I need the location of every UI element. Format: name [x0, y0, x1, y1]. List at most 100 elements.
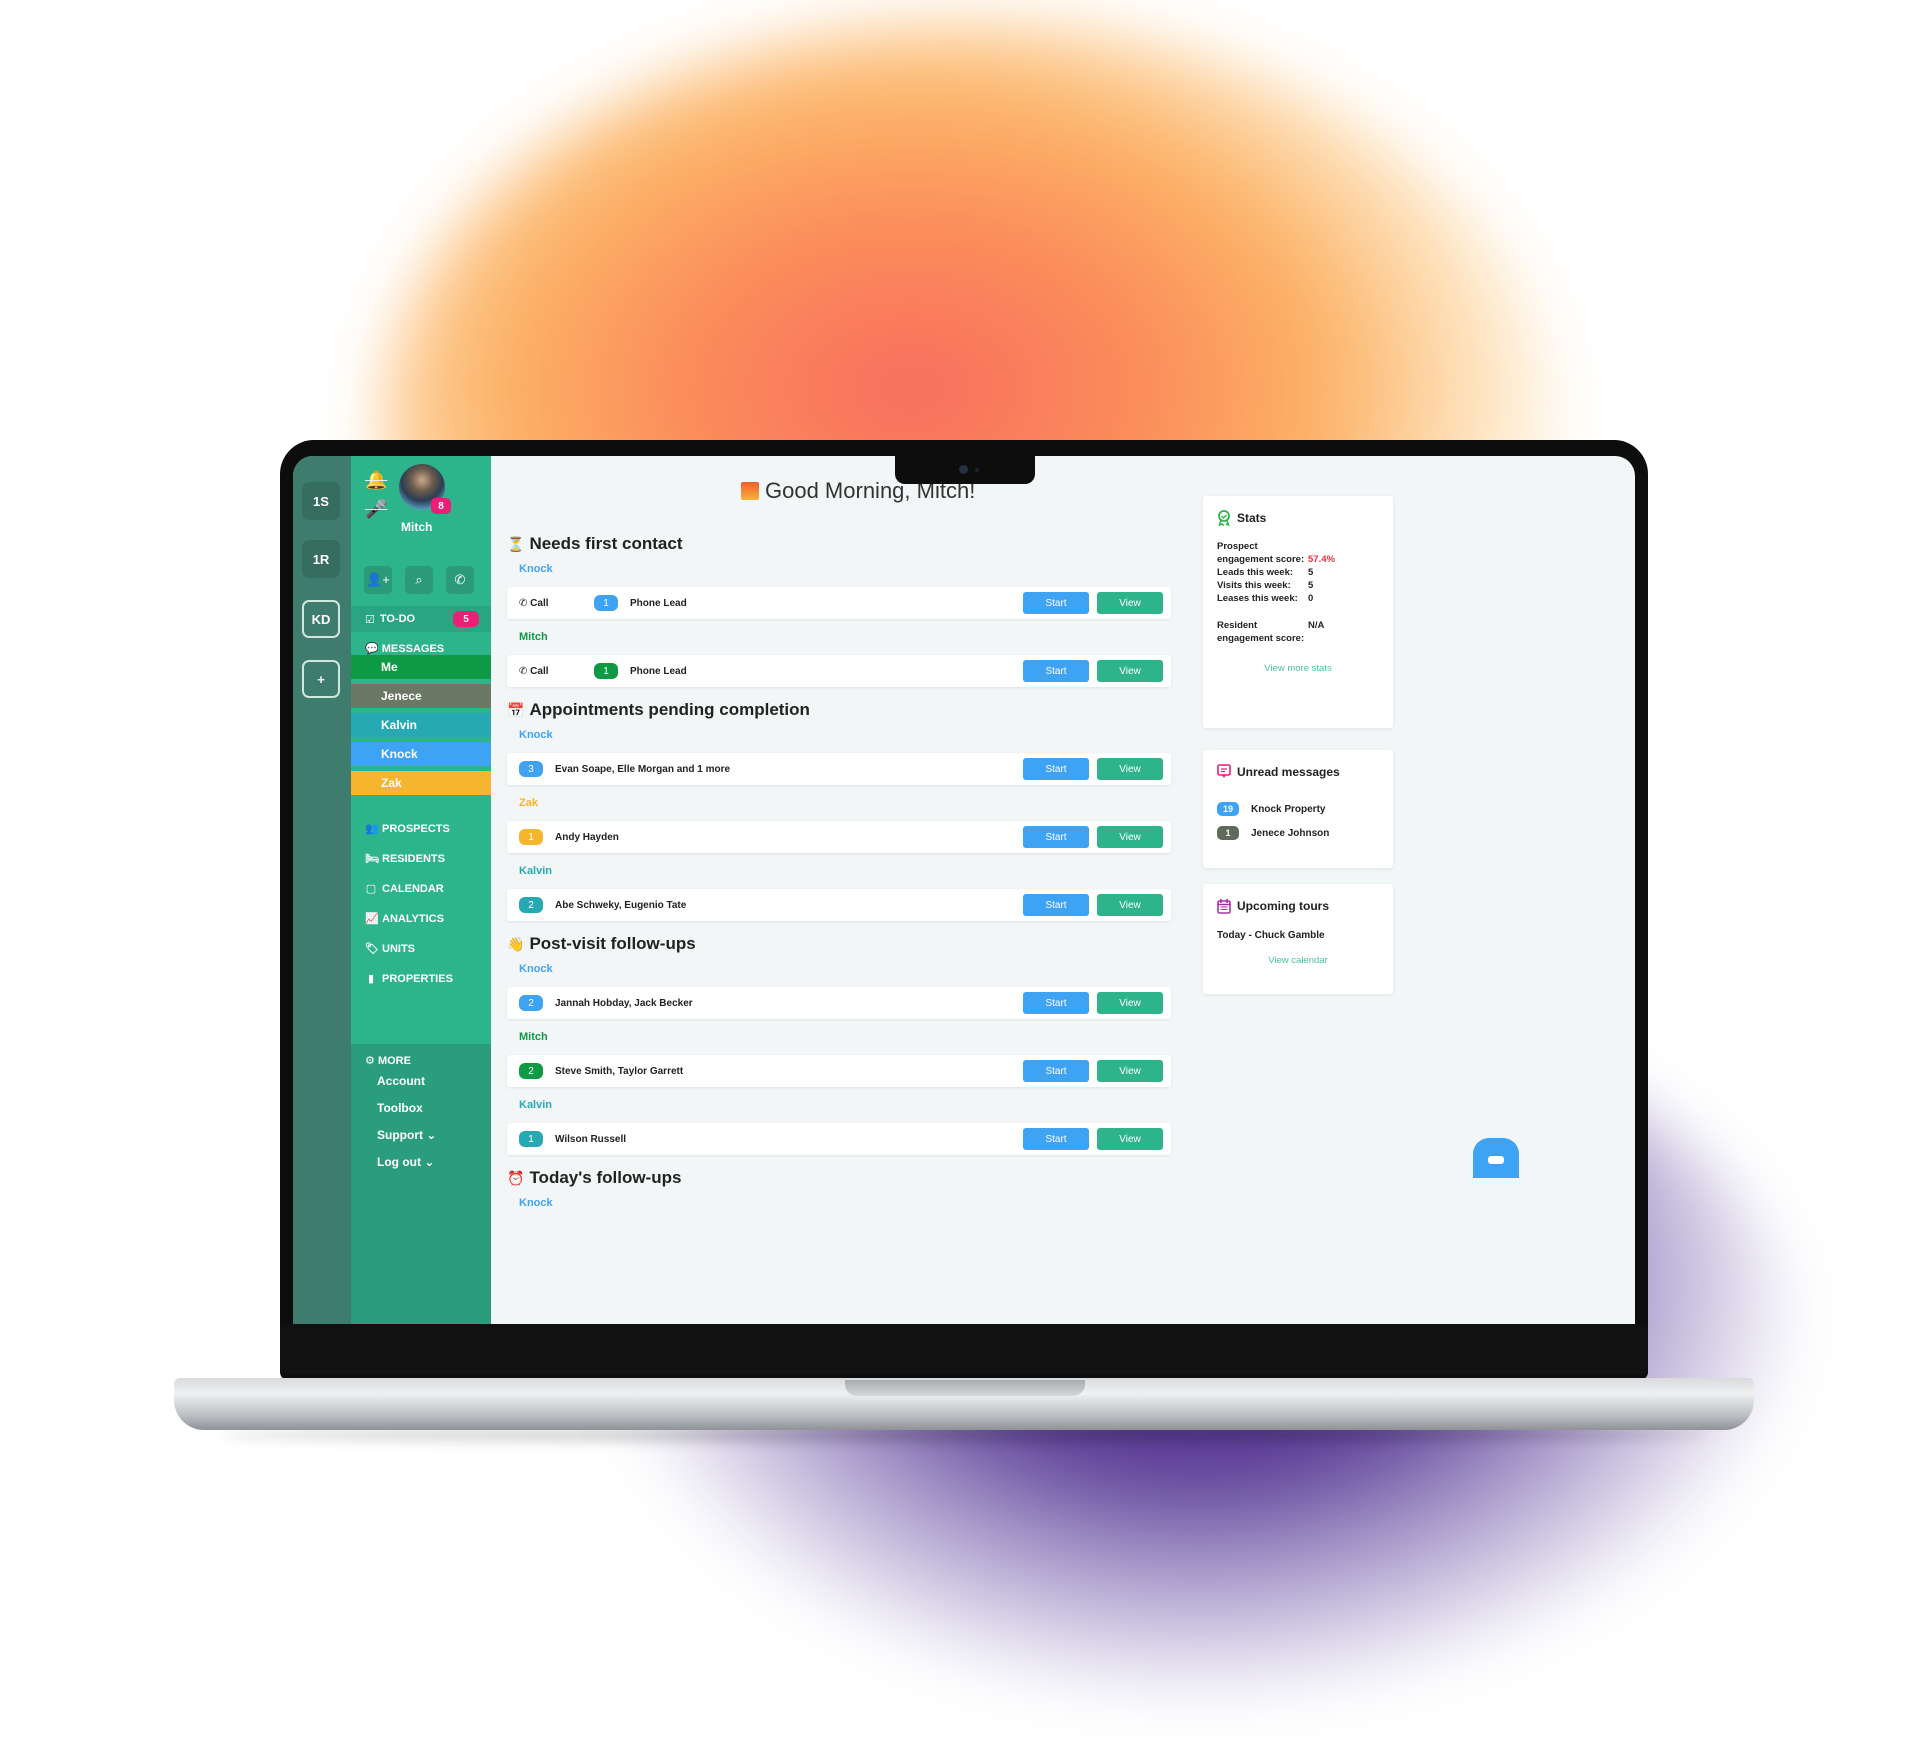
start-button[interactable]: Start [1023, 660, 1089, 682]
task-row: 2 Jannah Hobday, Jack Becker Start View [507, 987, 1171, 1019]
view-button[interactable]: View [1097, 1128, 1163, 1150]
sidebar-item-label: RESIDENTS [382, 853, 445, 865]
tour-item[interactable]: Today - Chuck Gamble [1217, 930, 1379, 941]
section-title-text: Appointments pending completion [529, 700, 810, 719]
sidebar: 🔔 🎤 8 Mitch 👤+ ⌕ ✆ ☑ TO-DO 5 💬 MESSAGES Me… [351, 456, 491, 1324]
unread-item[interactable]: 1 Jenece Johnson [1217, 826, 1379, 840]
message-channel-jenece[interactable]: Jenece [351, 684, 491, 708]
add-user-icon: 👤+ [366, 572, 390, 587]
count-badge: 2 [519, 897, 543, 913]
task-sections: ⏳ Needs first contact Knock ✆ Call 1 Phone Le… [507, 530, 1171, 1218]
todo-label: TO-DO [379, 613, 416, 625]
app-screen: 1S 1R KD + 🔔 🎤 8 Mitch 👤+ ⌕ ✆ ☑ TO-DO 5 💬 MES… [293, 456, 1635, 1324]
group-label: Mitch [519, 1031, 548, 1043]
building-icon: ▮ [367, 973, 375, 985]
unread-item[interactable]: 19 Knock Property [1217, 802, 1379, 816]
todo-badge: 5 [453, 611, 479, 627]
add-user-button[interactable]: 👤+ [364, 566, 392, 594]
sidebar-item-units[interactable]: 🏷 UNITS [365, 934, 453, 964]
sidebar-nav: 👥 PROSPECTS 🛏 RESIDENTS ▢ CALENDAR 📈 ANALYTICS 🏷… [365, 814, 453, 994]
start-button[interactable]: Start [1023, 992, 1089, 1014]
task-row: ✆ Call 1 Phone Lead Start View [507, 587, 1171, 619]
view-button[interactable]: View [1097, 660, 1163, 682]
rail-account-0[interactable]: 1S [302, 482, 340, 520]
sidebar-item-properties[interactable]: ▮ PROPERTIES [365, 964, 453, 994]
sidebar-item-calendar[interactable]: ▢ CALENDAR [365, 874, 453, 904]
task-description: Evan Soape, Elle Morgan and 1 more [555, 763, 731, 775]
message-channel-zak[interactable]: Zak [351, 771, 491, 795]
view-button[interactable]: View [1097, 758, 1163, 780]
camera-icon [959, 465, 968, 474]
avatar-badge: 8 [431, 498, 451, 514]
more-item-0[interactable]: Account [365, 1071, 477, 1098]
view-more-stats-link[interactable]: View more stats [1217, 663, 1379, 674]
laptop-base-notch [845, 1380, 1085, 1396]
section-2: 👋 Post-visit follow-ups Knock 2 Jannah Hobda… [507, 930, 1171, 1155]
search-icon: ⌕ [415, 572, 423, 587]
waving-hand-icon: 👋 [507, 935, 525, 952]
group-label: Knock [519, 563, 553, 575]
camera-notch [895, 456, 1035, 484]
message-channel-knock[interactable]: Knock [351, 742, 491, 766]
count-badge: 1 [594, 595, 618, 611]
calendar-icon [1217, 899, 1231, 914]
start-button[interactable]: Start [1023, 826, 1089, 848]
start-button[interactable]: Start [1023, 1060, 1089, 1082]
start-button[interactable]: Start [1023, 758, 1089, 780]
start-button[interactable]: Start [1023, 592, 1089, 614]
tags-icon: 🏷 [365, 943, 379, 955]
section-0: ⏳ Needs first contact Knock ✆ Call 1 Phone Le… [507, 530, 1171, 687]
more-item-2[interactable]: Support ⌄ [365, 1125, 477, 1152]
account-rail: 1S 1R KD + [293, 456, 351, 1324]
sidebar-item-todo[interactable]: ☑ TO-DO 5 [351, 606, 491, 632]
chat-button[interactable] [1473, 1138, 1519, 1178]
task-description: Jannah Hobday, Jack Becker [555, 997, 693, 1009]
count-badge: 1 [519, 829, 543, 845]
message-channel-kalvin[interactable]: Kalvin [351, 713, 491, 737]
stat-row: Visits this week: 5 [1217, 579, 1379, 592]
search-button[interactable]: ⌕ [405, 566, 433, 594]
sidebar-item-analytics[interactable]: 📈 ANALYTICS [365, 904, 453, 934]
stat-row-resident-engagement: Resident engagement score: N/A [1217, 620, 1325, 644]
message-channels: Me Jenece Kalvin Knock Zak [351, 655, 491, 800]
section-title: ⏳ Needs first contact [507, 530, 1171, 558]
stat-value: 5 [1308, 580, 1314, 591]
quick-actions: 👤+ ⌕ ✆ [364, 566, 474, 594]
camera-led [975, 468, 979, 472]
stat-value: 57.4% [1308, 554, 1335, 565]
rail-account-2[interactable]: KD [302, 600, 340, 638]
phone-button[interactable]: ✆ [446, 566, 474, 594]
main-content: Good Morning, Mitch! ⏳ Needs first contac… [491, 456, 1635, 1324]
view-button[interactable]: View [1097, 1060, 1163, 1082]
rail-account-1[interactable]: 1R [302, 540, 340, 578]
view-button[interactable]: View [1097, 992, 1163, 1014]
group-label: Knock [519, 1197, 553, 1209]
start-button[interactable]: Start [1023, 1128, 1089, 1150]
start-button[interactable]: Start [1023, 894, 1089, 916]
sunrise-icon [741, 482, 759, 500]
bed-icon: 🛏 [365, 853, 379, 865]
phone-icon: ✆ [454, 572, 466, 587]
bell-slash-icon[interactable]: 🔔 [365, 470, 387, 491]
sidebar-item-label: ANALYTICS [382, 913, 444, 925]
view-calendar-link[interactable]: View calendar [1217, 955, 1379, 966]
call-text: Call [530, 665, 549, 677]
sidebar-item-label: PROPERTIES [382, 973, 453, 985]
section-1: 📅 Appointments pending completion Knock 3 Ev… [507, 696, 1171, 921]
count-badge: 2 [519, 1063, 543, 1079]
message-channel-me[interactable]: Me [351, 655, 491, 679]
sidebar-item-residents[interactable]: 🛏 RESIDENTS [365, 844, 453, 874]
stats-panel: Stats Prospect engagement score: 57.4% Lea… [1203, 496, 1393, 728]
more-item-1[interactable]: Toolbox [365, 1098, 477, 1125]
view-button[interactable]: View [1097, 592, 1163, 614]
unread-count-badge: 1 [1217, 826, 1239, 840]
rail-account-3[interactable]: + [302, 660, 340, 698]
mic-slash-icon[interactable]: 🎤 [365, 499, 387, 520]
view-button[interactable]: View [1097, 826, 1163, 848]
gear-icon: ⚙ [365, 1055, 375, 1067]
call-label: ✆ Call [519, 598, 594, 609]
sidebar-item-prospects[interactable]: 👥 PROSPECTS [365, 814, 453, 844]
count-badge: 3 [519, 761, 543, 777]
view-button[interactable]: View [1097, 894, 1163, 916]
more-item-3[interactable]: Log out ⌄ [365, 1152, 477, 1179]
